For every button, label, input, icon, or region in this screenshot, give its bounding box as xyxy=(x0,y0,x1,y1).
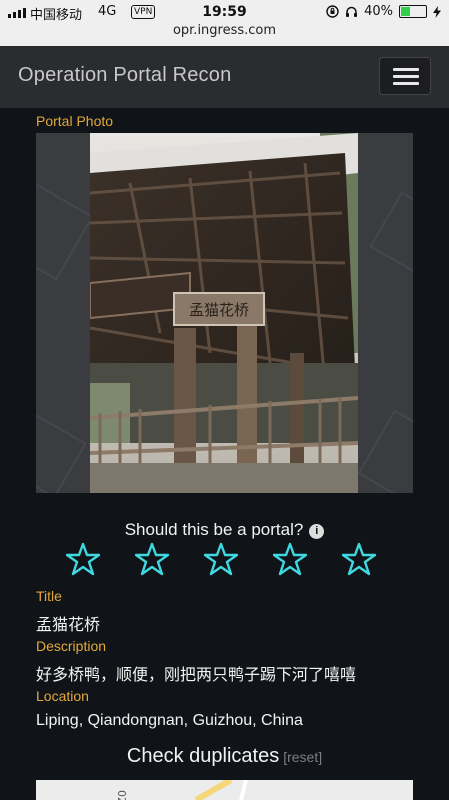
star-5-button[interactable] xyxy=(342,542,376,576)
description-value: 好多桥鸭，顺便，刚把两只鸭子踢下河了嘻嘻 xyxy=(36,667,357,684)
duplicates-map[interactable]: 02 xyxy=(36,780,413,800)
battery-icon xyxy=(399,5,427,18)
reset-link[interactable]: [reset] xyxy=(283,749,322,765)
star-1-button[interactable] xyxy=(66,542,100,576)
charging-icon xyxy=(433,5,441,18)
location-label: Location xyxy=(36,688,89,704)
description-label: Description xyxy=(36,638,107,654)
battery-percent: 40% xyxy=(364,4,393,19)
star-3-button[interactable] xyxy=(204,542,238,576)
check-duplicates: Check duplicates [reset] xyxy=(0,745,449,768)
menu-toggle-button[interactable] xyxy=(379,57,431,95)
bridge-sign-text: 孟猫花桥 xyxy=(189,301,249,319)
address-bar-url[interactable]: opr.ingress.com xyxy=(0,23,449,38)
title-value: 孟猫花桥 xyxy=(36,617,101,634)
portal-photo-frame[interactable]: 孟猫花桥 xyxy=(36,133,413,493)
star-2-button[interactable] xyxy=(135,542,169,576)
star-rating xyxy=(66,542,376,576)
info-icon[interactable]: i xyxy=(309,524,325,539)
location-value: Liping, Qiandongnan, Guizhou, China xyxy=(36,712,303,729)
star-4-button[interactable] xyxy=(273,542,307,576)
portal-question: Should this be a portal? i xyxy=(0,520,449,540)
headphones-icon xyxy=(346,6,358,17)
title-label: Title xyxy=(36,588,62,604)
portal-photo-label: Portal Photo xyxy=(36,113,114,129)
navbar: Operation Portal Recon xyxy=(0,46,449,108)
portal-question-text: Should this be a portal? xyxy=(124,520,304,539)
rotation-lock-icon xyxy=(326,5,339,18)
portal-photo[interactable]: 孟猫花桥 xyxy=(90,133,358,493)
check-duplicates-heading: Check duplicates xyxy=(126,745,280,767)
map-road-label: 02 xyxy=(115,790,128,800)
brand-title[interactable]: Operation Portal Recon xyxy=(18,64,231,87)
status-bar: 中国移动 4G VPN 19:59 40% opr.ingress.com xyxy=(0,0,449,46)
